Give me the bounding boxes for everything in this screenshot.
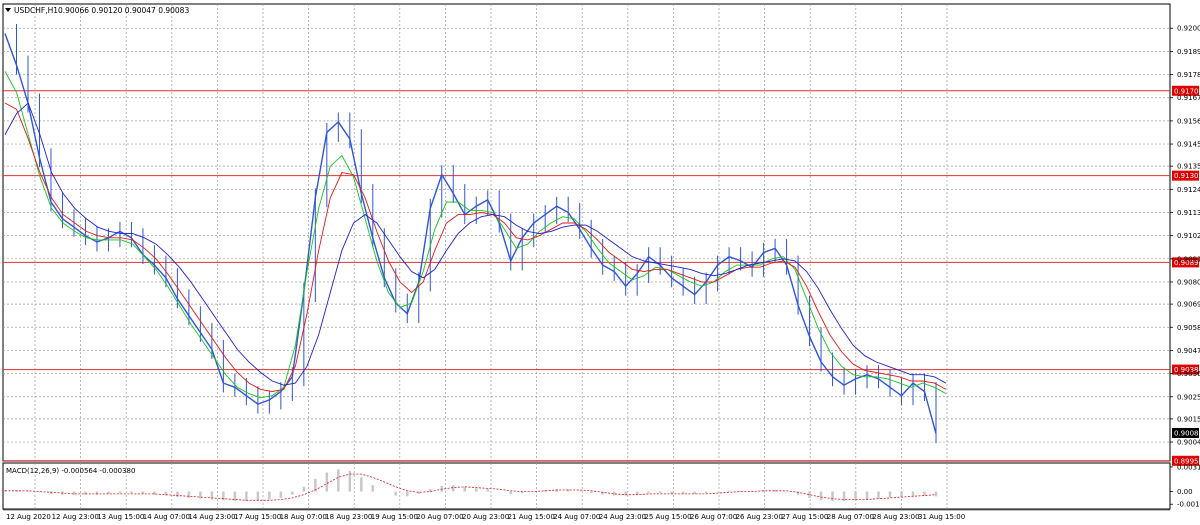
time-label: 13 Aug 15:00 bbox=[97, 513, 144, 521]
macd-tick-label: 0.00 bbox=[1177, 488, 1193, 496]
time-label: 19 Aug 15:00 bbox=[371, 513, 418, 521]
time-label: 25 Aug 15:00 bbox=[644, 513, 691, 521]
time-label: 31 Aug 15:00 bbox=[918, 513, 965, 521]
price-tick-label: 0.90150 bbox=[1177, 415, 1200, 423]
price-tick-label: 0.90365 bbox=[1177, 370, 1200, 378]
time-label: 28 Aug 07:00 bbox=[827, 513, 874, 521]
symbol-title: USDCHF,H1 bbox=[14, 6, 58, 15]
time-label: 12 Aug 23:00 bbox=[52, 513, 99, 521]
price-tick-label: 0.91565 bbox=[1177, 117, 1200, 125]
time-label: 20 Aug 23:00 bbox=[462, 513, 509, 521]
time-label: 20 Aug 07:00 bbox=[416, 513, 463, 521]
time-label: 18 Aug 07:00 bbox=[280, 513, 327, 521]
time-label: 14 Aug 23:00 bbox=[188, 513, 235, 521]
macd-title: MACD(12,26,9) -0.000564 -0.000380 bbox=[6, 467, 135, 475]
macd-axis: 0.00311 0.00 -0.00160 bbox=[1170, 463, 1200, 509]
level-price-label: 0.91305 bbox=[1174, 172, 1200, 180]
current-price-label: 0.90083 bbox=[1174, 429, 1200, 437]
price-tick-label: 0.91350 bbox=[1177, 163, 1200, 171]
price-tick-label: 0.91675 bbox=[1177, 94, 1200, 102]
time-label: 21 Aug 15:00 bbox=[508, 513, 555, 521]
price-chart[interactable]: 0.917080.913050.908930.903840.89951 0.92… bbox=[0, 0, 1200, 525]
time-label: 28 Aug 23:00 bbox=[872, 513, 919, 521]
time-label: 17 Aug 15:00 bbox=[234, 513, 281, 521]
time-label: 26 Aug 23:00 bbox=[736, 513, 783, 521]
price-tick-label: 0.90475 bbox=[1177, 347, 1200, 355]
price-tick-label: 0.90585 bbox=[1177, 324, 1200, 332]
time-label: 18 Aug 23:00 bbox=[325, 513, 372, 521]
macd-plot-frame bbox=[2, 462, 1171, 510]
time-label: 26 Aug 07:00 bbox=[690, 513, 737, 521]
price-tick-label: 0.91895 bbox=[1177, 48, 1200, 56]
price-tick-label: 0.92005 bbox=[1177, 25, 1200, 33]
price-tick-label: 0.90695 bbox=[1177, 301, 1200, 309]
price-tick-label: 0.91130 bbox=[1177, 209, 1200, 217]
ohlc-readout: 0.90066 0.90120 0.90047 0.90083 bbox=[58, 6, 189, 15]
price-tick-label: 0.91455 bbox=[1177, 141, 1200, 149]
price-tick-label: 0.91020 bbox=[1177, 232, 1200, 240]
time-axis[interactable]: 12 Aug 2020 12 Aug 23:0013 Aug 15:0014 Au… bbox=[3, 509, 1170, 521]
price-tick-label: 0.91240 bbox=[1177, 186, 1200, 194]
time-label: 27 Aug 15:00 bbox=[781, 513, 828, 521]
macd-tick-label: 0.00311 bbox=[1177, 463, 1200, 471]
time-label: 12 Aug 2020 bbox=[6, 513, 51, 521]
price-tick-label: 0.90910 bbox=[1177, 255, 1200, 263]
macd-tick-label: -0.00160 bbox=[1177, 501, 1200, 509]
time-label: 24 Aug 23:00 bbox=[599, 513, 646, 521]
price-tick-label: 0.91785 bbox=[1177, 71, 1200, 79]
time-label: 24 Aug 07:00 bbox=[553, 513, 600, 521]
price-tick-label: 0.90255 bbox=[1177, 393, 1200, 401]
price-tick-label: 0.90800 bbox=[1177, 278, 1200, 286]
price-tick-label: 0.90040 bbox=[1177, 439, 1200, 447]
time-label: 14 Aug 07:00 bbox=[143, 513, 190, 521]
